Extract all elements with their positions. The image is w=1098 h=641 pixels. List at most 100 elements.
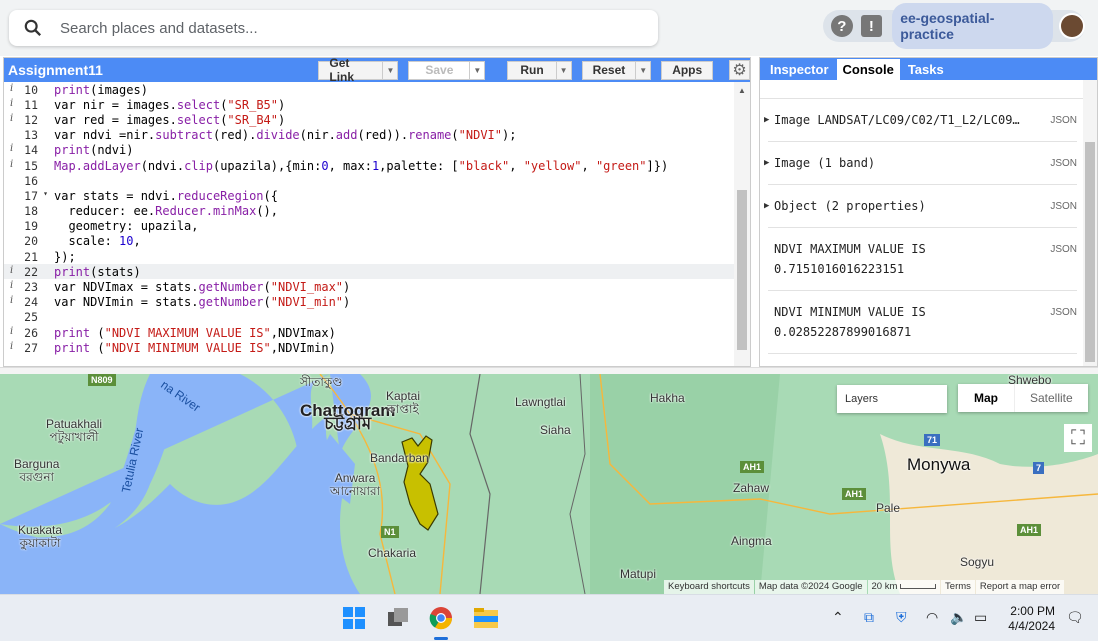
json-link[interactable]: JSON (1050, 115, 1077, 126)
tab-tasks[interactable]: Tasks (902, 59, 950, 80)
tab-inspector[interactable]: Inspector (764, 59, 835, 80)
info-icon[interactable]: i (10, 265, 13, 276)
info-icon[interactable]: i (10, 280, 13, 291)
code-line[interactable]: 20 scale: 10, (4, 234, 734, 249)
chevron-down-icon[interactable]: ▼ (382, 61, 397, 79)
line-number: i 15 (10, 158, 38, 173)
info-icon[interactable]: i (10, 295, 13, 306)
clock[interactable]: 2:00 PM 4/4/2024 (1000, 604, 1055, 634)
console-entry[interactable]: ▶ Image (1 band) JSON (764, 142, 1077, 185)
panel-resize-handle[interactable] (0, 367, 1098, 374)
code-line[interactable]: 17 ▾ var stats = ndvi.reduceRegion({ (4, 188, 734, 203)
console-scrollbar[interactable] (1083, 80, 1097, 366)
json-link[interactable]: JSON (1050, 307, 1077, 318)
expand-arrow-icon[interactable]: ▶ (764, 115, 769, 125)
info-icon[interactable]: i (10, 113, 13, 124)
info-icon[interactable]: i (10, 326, 13, 337)
map-type-satellite[interactable]: Satellite (1015, 384, 1088, 412)
json-link[interactable]: JSON (1050, 244, 1077, 255)
windows-start-icon[interactable] (341, 605, 367, 631)
apps-button[interactable]: Apps (661, 60, 714, 80)
code-line[interactable]: 18 reducer: ee.Reducer.minMax(), (4, 204, 734, 219)
layers-button[interactable]: Layers (837, 385, 947, 413)
code-line[interactable]: i 23 var NDVImax = stats.getNumber("NDVI_m… (4, 279, 734, 294)
code-line[interactable]: i 10 print(images) (4, 82, 734, 97)
project-name[interactable]: ee-geospatial-practice (892, 3, 1054, 49)
line-number: 18 (24, 204, 38, 219)
code-line[interactable]: 13 var ndvi =nir.subtract(red).divide(nir… (4, 128, 734, 143)
fold-arrow-icon[interactable]: ▾ (43, 189, 48, 198)
chevron-up-icon[interactable]: ⌃ (832, 609, 844, 626)
run-label: Run (520, 63, 544, 77)
code-line[interactable]: i 11 var nir = images.select("SR_B5") (4, 97, 734, 112)
volume-icon[interactable]: 🔈 (950, 609, 967, 626)
code-line[interactable]: 16 (4, 173, 734, 188)
wifi-icon[interactable]: ◠ (926, 609, 938, 626)
report-error-link[interactable]: Report a map error (975, 580, 1065, 594)
map-view[interactable]: Chattogram চট্টগ্রাম সীতাকুণ্ড Patuakhali… (0, 374, 1098, 594)
app-tray-icon[interactable]: ⧉ (864, 609, 874, 626)
code-line[interactable]: i 12 var red = images.select("SR_B4") (4, 112, 734, 127)
code-line[interactable]: i 14 print(ndvi) (4, 143, 734, 158)
code-line[interactable]: 21}); (4, 249, 734, 264)
save-button[interactable]: Save ▼ (408, 60, 486, 80)
map-label: Chattogram চট্টগ্রাম (300, 401, 396, 433)
chrome-icon[interactable] (428, 605, 454, 631)
security-shield-icon[interactable]: ⛨ (896, 609, 907, 626)
code-line[interactable]: 25 (4, 310, 734, 325)
map-label: Monywa (907, 455, 971, 474)
code-text: print(stats) (54, 264, 141, 279)
code-line[interactable]: i 22 print(stats) (4, 264, 734, 280)
expand-arrow-icon[interactable]: ▶ (764, 201, 769, 211)
info-icon[interactable]: i (10, 143, 13, 154)
scale-bar[interactable]: 20 km (867, 580, 941, 594)
map-label: Aingma (731, 534, 772, 548)
console-output: ▶ Image LANDSAT/LC09/C02/T1_L2/LC09… JSON ▶… (760, 98, 1097, 354)
json-link[interactable]: JSON (1050, 158, 1077, 169)
run-button[interactable]: Run ▼ (507, 60, 572, 80)
task-view-icon[interactable] (385, 605, 411, 631)
feedback-icon[interactable]: ! (860, 15, 883, 37)
code-line[interactable]: i 15 Map.addLayer(ndvi.clip(upazila),{min:… (4, 158, 734, 173)
notifications-icon[interactable]: 🗨 (1066, 609, 1084, 626)
code-line[interactable]: i 27 print ("NDVI MINIMUM VALUE IS",NDVImi… (4, 340, 734, 355)
code-line[interactable]: i 24 var NDVImin = stats.getNumber("NDVI_m… (4, 295, 734, 310)
map-type-map[interactable]: Map (958, 384, 1015, 412)
search-bar[interactable] (9, 10, 658, 46)
map-label: Barguna বরগুনা (14, 457, 60, 484)
editor-scrollbar[interactable]: ▲ (734, 82, 750, 366)
json-link[interactable]: JSON (1050, 201, 1077, 212)
info-icon[interactable]: i (10, 83, 13, 94)
map-label: Pale (876, 501, 901, 515)
tab-console[interactable]: Console (836, 59, 900, 80)
fullscreen-icon[interactable]: ⛶ (1064, 424, 1092, 452)
gear-icon[interactable]: ⚙ (729, 60, 750, 80)
code-line[interactable]: 19 geometry: upazila, (4, 219, 734, 234)
console-entry: NDVI MINIMUM VALUE IS 0.02852287899016871… (768, 291, 1077, 354)
code-editor-panel: Assignment11 Get Link ▼ Save ▼ Run ▼ Reset ▼… (3, 56, 751, 367)
get-link-button[interactable]: Get Link ▼ (318, 56, 399, 84)
line-number: i 27 (10, 340, 38, 355)
console-entry[interactable]: ▶ Object (2 properties) JSON (764, 185, 1077, 228)
search-icon (24, 19, 42, 37)
info-icon[interactable]: i (10, 98, 13, 109)
battery-icon[interactable]: ▭ (974, 609, 987, 626)
terms-link[interactable]: Terms (941, 580, 975, 594)
avatar[interactable] (1059, 13, 1086, 39)
info-icon[interactable]: i (10, 341, 13, 352)
chevron-down-icon[interactable]: ▼ (635, 61, 650, 79)
keyboard-shortcuts-link[interactable]: Keyboard shortcuts (664, 580, 754, 594)
console-entry-text: NDVI MINIMUM VALUE IS (774, 305, 926, 319)
file-explorer-icon[interactable] (473, 605, 499, 631)
line-number: i 11 (10, 97, 38, 112)
console-entry[interactable]: ▶ Image LANDSAT/LC09/C02/T1_L2/LC09… JSON (764, 99, 1077, 142)
help-icon[interactable]: ? (831, 15, 853, 37)
code-line[interactable]: i 26 print ("NDVI MAXIMUM VALUE IS",NDVIma… (4, 325, 734, 340)
search-input[interactable] (60, 19, 620, 37)
info-icon[interactable]: i (10, 159, 13, 170)
chevron-down-icon[interactable]: ▼ (555, 61, 571, 79)
code-area[interactable]: i 10 print(images) i 11 var nir = images.sele… (4, 82, 734, 366)
chevron-down-icon[interactable]: ▼ (469, 61, 484, 79)
expand-arrow-icon[interactable]: ▶ (764, 158, 769, 168)
reset-button[interactable]: Reset ▼ (581, 60, 652, 80)
